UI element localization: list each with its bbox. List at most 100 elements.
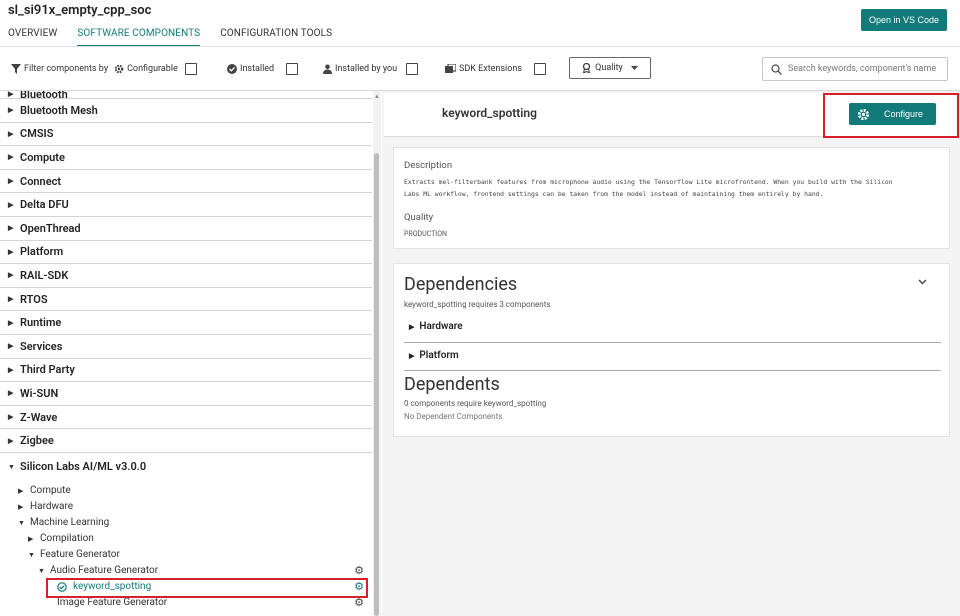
tab-bar: OVERVIEW SOFTWARE COMPONENTS CONFIGURATI… [8,27,352,47]
sdk-extension-icon [445,64,456,74]
sdk-extensions-filter: SDK Extensions [445,63,546,75]
triangle-right-icon: ▶ [8,177,14,186]
tree-item-feature-generator[interactable]: ▼ Feature Generator [0,547,372,563]
triangle-down-icon: ▼ [18,518,25,527]
open-in-vs-code-button[interactable]: Open in VS Code [861,9,947,31]
sdk-extensions-label: SDK Extensions [459,64,522,74]
filter-bar: Filter components by Configurable Instal… [0,57,960,83]
installed-checkbox[interactable] [286,63,299,75]
triangle-right-icon: ▶ [8,295,14,304]
triangle-right-icon: ▶ [8,106,14,115]
caret-down-icon [630,66,638,70]
tree-category[interactable]: ▶ Delta DFU [0,193,372,217]
tab-software-components[interactable]: SOFTWARE COMPONENTS [77,27,201,47]
project-title: sl_si91x_empty_cpp_soc [8,3,152,18]
triangle-right-icon: ▶ [8,129,14,138]
triangle-right-icon: ▶ [8,389,14,398]
dependents-summary: 0 components require keyword_spotting [404,399,547,408]
configure-highlight [823,93,959,138]
tab-overview[interactable]: OVERVIEW [8,27,57,47]
tree-item-audio-feature-generator[interactable]: ▼ Audio Feature Generator ⚙ [0,563,372,579]
tree-category[interactable]: ▶ Wi-SUN [0,382,372,406]
tree-item-machine-learning[interactable]: ▼ Machine Learning [0,515,372,531]
selection-highlight [46,578,368,598]
triangle-right-icon: ▶ [8,200,14,209]
triangle-down-icon: ▼ [38,566,45,575]
triangle-down-icon: ▼ [28,550,35,559]
search-input[interactable]: Search keywords, component's name [762,57,948,81]
component-tree: ▶ Bluetooth ▶ Bluetooth Mesh ▶ CMSIS ▶ Compu… [0,91,372,616]
dependents-empty: No Dependent Components [404,412,503,421]
tree-category[interactable]: ▶ CMSIS [0,123,372,147]
tree-category[interactable]: ▶ Zigbee [0,429,372,453]
tree-category[interactable]: ▶ RTOS [0,288,372,312]
gear-icon[interactable]: ⚙ [354,564,364,577]
tab-configuration-tools[interactable]: CONFIGURATION TOOLS [220,27,332,47]
tree-item-compilation[interactable]: ▶ Compilation [0,531,372,547]
triangle-right-icon: ▶ [8,153,14,162]
filter-label: Filter components by [24,64,109,74]
triangle-right-icon: ▶ [409,322,415,331]
component-title: keyword_spotting [442,106,537,120]
dependencies-heading: Dependencies [404,274,518,295]
person-icon [323,64,332,74]
dependency-group-platform[interactable]: ▶ Platform [409,350,459,361]
tree-category[interactable]: ▶ Z-Wave [0,406,372,430]
description-heading: Description [404,160,453,171]
tree-category[interactable]: ▶ Platform [0,241,372,265]
triangle-right-icon: ▶ [8,342,14,351]
tree-category[interactable]: ▶ Bluetooth [0,91,372,99]
quality-heading: Quality [404,212,434,223]
gear-icon [114,64,124,74]
triangle-right-icon: ▶ [409,351,415,360]
quality-label: Quality [595,63,623,73]
dependency-divider [404,370,941,371]
triangle-right-icon: ▶ [8,318,14,327]
installed-label: Installed [240,64,275,74]
check-circle-icon [227,64,237,74]
description-line: Labs ML workflow, frontend settings can … [404,190,824,198]
description-line: Extracts mel-filterbank features from mi… [404,178,893,186]
chevron-down-icon[interactable] [918,279,927,285]
tree-category[interactable]: ▶ Services [0,335,372,359]
configurable-checkbox[interactable] [184,63,197,75]
quality-value: PRODUCTION [404,230,448,238]
installed-by-you-checkbox[interactable] [406,63,419,75]
quality-dropdown[interactable]: Quality [569,57,651,79]
dependency-divider [404,342,941,343]
scroll-up-arrow-icon[interactable]: ▲ [374,93,380,100]
filter-group: Filter components by Configurable [11,63,197,75]
tree-item-hardware[interactable]: ▶ Hardware [0,499,372,515]
tree-category[interactable]: ▶ Bluetooth Mesh [0,99,372,123]
triangle-right-icon: ▶ [18,502,24,511]
tree-item-compute[interactable]: ▶ Compute [0,483,372,499]
triangle-right-icon: ▶ [8,271,14,280]
tree-category[interactable]: ▶ RAIL-SDK [0,264,372,288]
ribbon-icon [582,63,591,73]
installed-filter: Installed [227,63,299,75]
dependencies-summary: keyword_spotting requires 3 components [404,300,551,309]
search-placeholder: Search keywords, component's name [788,64,937,74]
tree-category-expanded[interactable]: ▼ Silicon Labs AI/ML v3.0.0 [0,455,372,479]
triangle-right-icon: ▶ [18,486,24,495]
sdk-extensions-checkbox[interactable] [533,63,546,75]
tree-category[interactable]: ▶ OpenThread [0,217,372,241]
triangle-right-icon: ▶ [8,247,14,256]
filter-icon [11,64,21,74]
triangle-right-icon: ▶ [8,436,14,445]
tree-scrollbar-thumb[interactable] [374,153,379,616]
header-divider [0,46,960,47]
tree-category[interactable]: ▶ Runtime [0,311,372,335]
search-icon [771,63,782,75]
installed-by-you-label: Installed by you [335,64,398,74]
installed-by-you-filter: Installed by you [323,63,419,75]
triangle-right-icon: ▶ [8,365,14,374]
tree-category[interactable]: ▶ Connect [0,170,372,194]
tree-category[interactable]: ▶ Compute [0,146,372,170]
triangle-right-icon: ▶ [8,91,14,98]
configurable-label: Configurable [127,64,178,74]
triangle-right-icon: ▶ [8,413,14,422]
tree-category[interactable]: ▶ Third Party [0,359,372,383]
triangle-right-icon: ▶ [8,224,14,233]
dependency-group-hardware[interactable]: ▶ Hardware [409,321,463,332]
